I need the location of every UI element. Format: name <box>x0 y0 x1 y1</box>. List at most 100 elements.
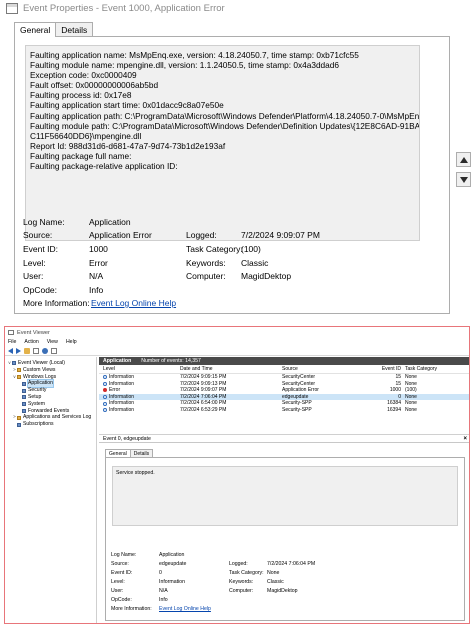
folder-icon <box>17 415 21 420</box>
user-label: User: <box>23 271 44 281</box>
information-icon <box>103 408 107 413</box>
menu-view[interactable]: View <box>47 339 58 345</box>
tab-details[interactable]: Details <box>55 22 94 36</box>
folder-icon[interactable] <box>24 347 30 354</box>
tree-node-label: Setup <box>28 393 42 400</box>
row-source: Security-SPP <box>282 406 312 413</box>
table-row[interactable]: Information 7/2/2024 6:54:00 PM Security… <box>99 400 469 407</box>
tree-node-label: Applications and Services Log <box>23 414 92 421</box>
column-date-time[interactable]: Date and Time <box>180 365 282 373</box>
folder-icon <box>17 368 21 373</box>
row-task: (100) <box>405 387 417 394</box>
tree-node-subscriptions[interactable]: Subscriptions <box>5 421 96 428</box>
row-task: None <box>405 374 417 380</box>
detail-opcode-label: OpCode: <box>111 597 132 603</box>
back-icon[interactable] <box>8 347 13 354</box>
tree-node-label: Event Viewer (Local) <box>18 360 65 366</box>
detail-tab-general[interactable]: General <box>105 449 131 457</box>
window-icon <box>6 3 18 14</box>
event-id-value: 1000 <box>89 244 108 254</box>
column-level[interactable]: Level <box>99 365 180 373</box>
menu-help[interactable]: Help <box>66 339 77 345</box>
general-panel: Faulting application name: MsMpEnq.exe, … <box>14 36 450 314</box>
detail-logged-label: Logged: <box>229 561 248 567</box>
log-icon <box>22 402 26 407</box>
row-source: Security-SPP <box>282 400 312 407</box>
column-event-id[interactable]: Event ID <box>367 365 405 373</box>
close-icon[interactable]: × <box>463 435 467 442</box>
event-detail-header: Event 0, edgeupdate × <box>99 435 469 443</box>
table-row[interactable]: Information 7/2/2024 9:09:13 PM Security… <box>99 380 469 388</box>
detail-tab-details[interactable]: Details <box>129 449 154 457</box>
detail-log-name-label: Log Name: <box>111 552 137 558</box>
detail-level-value: Information <box>159 579 185 585</box>
detail-description-box[interactable]: Service stopped. <box>112 466 458 526</box>
level-value: Error <box>89 258 108 268</box>
detail-level-label: Level: <box>111 579 125 585</box>
detail-event-id-value: 0 <box>159 570 162 576</box>
column-source[interactable]: Source <box>282 365 367 373</box>
event-description-box[interactable]: Faulting application name: MsMpEnq.exe, … <box>25 45 420 241</box>
previous-event-button[interactable] <box>456 152 471 167</box>
description-line: Faulting application path: C:\ProgramDat… <box>30 110 420 121</box>
description-line: Faulting module name: mpengine.dll, vers… <box>30 60 340 71</box>
table-row[interactable]: Information 7/2/2024 7:06:04 PM edgeupda… <box>99 393 469 401</box>
row-event-id: 1000 <box>389 387 401 394</box>
event-list: Level Date and Time Source Event ID Task… <box>99 365 469 435</box>
row-source: SecurityCenter <box>282 380 316 387</box>
column-task-category[interactable]: Task Category <box>405 365 465 373</box>
window-title: Event Properties - Event 1000, Applicati… <box>23 3 225 14</box>
properties-icon[interactable] <box>33 347 39 354</box>
detail-user-label: User: <box>111 588 124 594</box>
log-icon <box>22 408 26 413</box>
tree-node-label: Custom Views <box>23 366 56 373</box>
table-row[interactable]: Error 7/2/2024 9:09:07 PM Application Er… <box>99 387 469 394</box>
description-line: Report Id: 988d31d6-d681-47a7-9d74-73b1d… <box>30 140 226 151</box>
menu-action[interactable]: Action <box>24 339 38 345</box>
log-icon <box>22 388 26 393</box>
view-icon[interactable] <box>51 347 57 354</box>
tree-node-custom-views[interactable]: > Custom Views <box>5 367 96 374</box>
event-count: Number of events: 14,357 <box>141 358 201 364</box>
tab-general[interactable]: General <box>14 22 57 37</box>
tree-node-applications-and-services[interactable]: > Applications and Services Log <box>5 414 96 421</box>
event-log-online-help-link[interactable]: Event Log Online Help <box>91 298 176 308</box>
log-title: Application <box>103 358 132 364</box>
detail-description: Service stopped. <box>116 470 155 476</box>
table-row[interactable]: Information 7/2/2024 9:09:15 PM Security… <box>99 374 469 381</box>
table-row[interactable]: Information 7/2/2024 6:53:29 PM Security… <box>99 406 469 414</box>
description-line: C11F56640DD6}\mpengine.dll <box>30 130 142 141</box>
row-task: None <box>405 380 417 387</box>
tree-node-windows-logs[interactable]: v Windows Logs <box>5 374 96 381</box>
event-viewer-window: Event Viewer File Action View Help v Eve… <box>4 326 470 624</box>
tree-node-application[interactable]: Application <box>5 379 96 389</box>
detail-general-panel: Service stopped. Log Name: Application S… <box>105 457 465 621</box>
description-line: Faulting package-relative application ID… <box>30 161 178 172</box>
detail-task-category-label: Task Category: <box>229 570 264 576</box>
tree-node-event-viewer-local[interactable]: v Event Viewer (Local) <box>5 360 96 367</box>
menu-file[interactable]: File <box>8 339 16 345</box>
next-event-button[interactable] <box>456 172 471 187</box>
forward-icon[interactable] <box>16 347 21 354</box>
keywords-label: Keywords: <box>186 258 226 268</box>
row-level: Information <box>109 374 135 380</box>
task-category-value: (100) <box>241 244 261 254</box>
description-line: Faulting package full name: <box>30 150 132 161</box>
row-event-id: 15 <box>395 374 401 380</box>
log-icon <box>22 381 26 386</box>
detail-source-label: Source: <box>111 561 129 567</box>
information-icon <box>103 381 107 386</box>
tree-node-setup[interactable]: Setup <box>5 394 96 401</box>
help-icon[interactable] <box>42 347 48 354</box>
tree-node-security[interactable]: Security <box>5 387 96 394</box>
tree-node-system[interactable]: System <box>5 401 96 408</box>
row-event-id: 15 <box>395 380 401 387</box>
main-pane: Application Number of events: 14,357 Lev… <box>99 357 469 623</box>
event-id-label: Event ID: <box>23 244 58 254</box>
tree-node-forwarded-events[interactable]: Forwarded Events <box>5 408 96 415</box>
more-info-label: More Information: <box>23 298 90 308</box>
task-category-label: Task Category: <box>186 244 243 254</box>
description-line: Faulting application name: MsMpEnq.exe, … <box>30 50 359 60</box>
detail-event-log-online-help-link[interactable]: Event Log Online Help <box>159 606 211 612</box>
opcode-label: OpCode: <box>23 285 58 295</box>
